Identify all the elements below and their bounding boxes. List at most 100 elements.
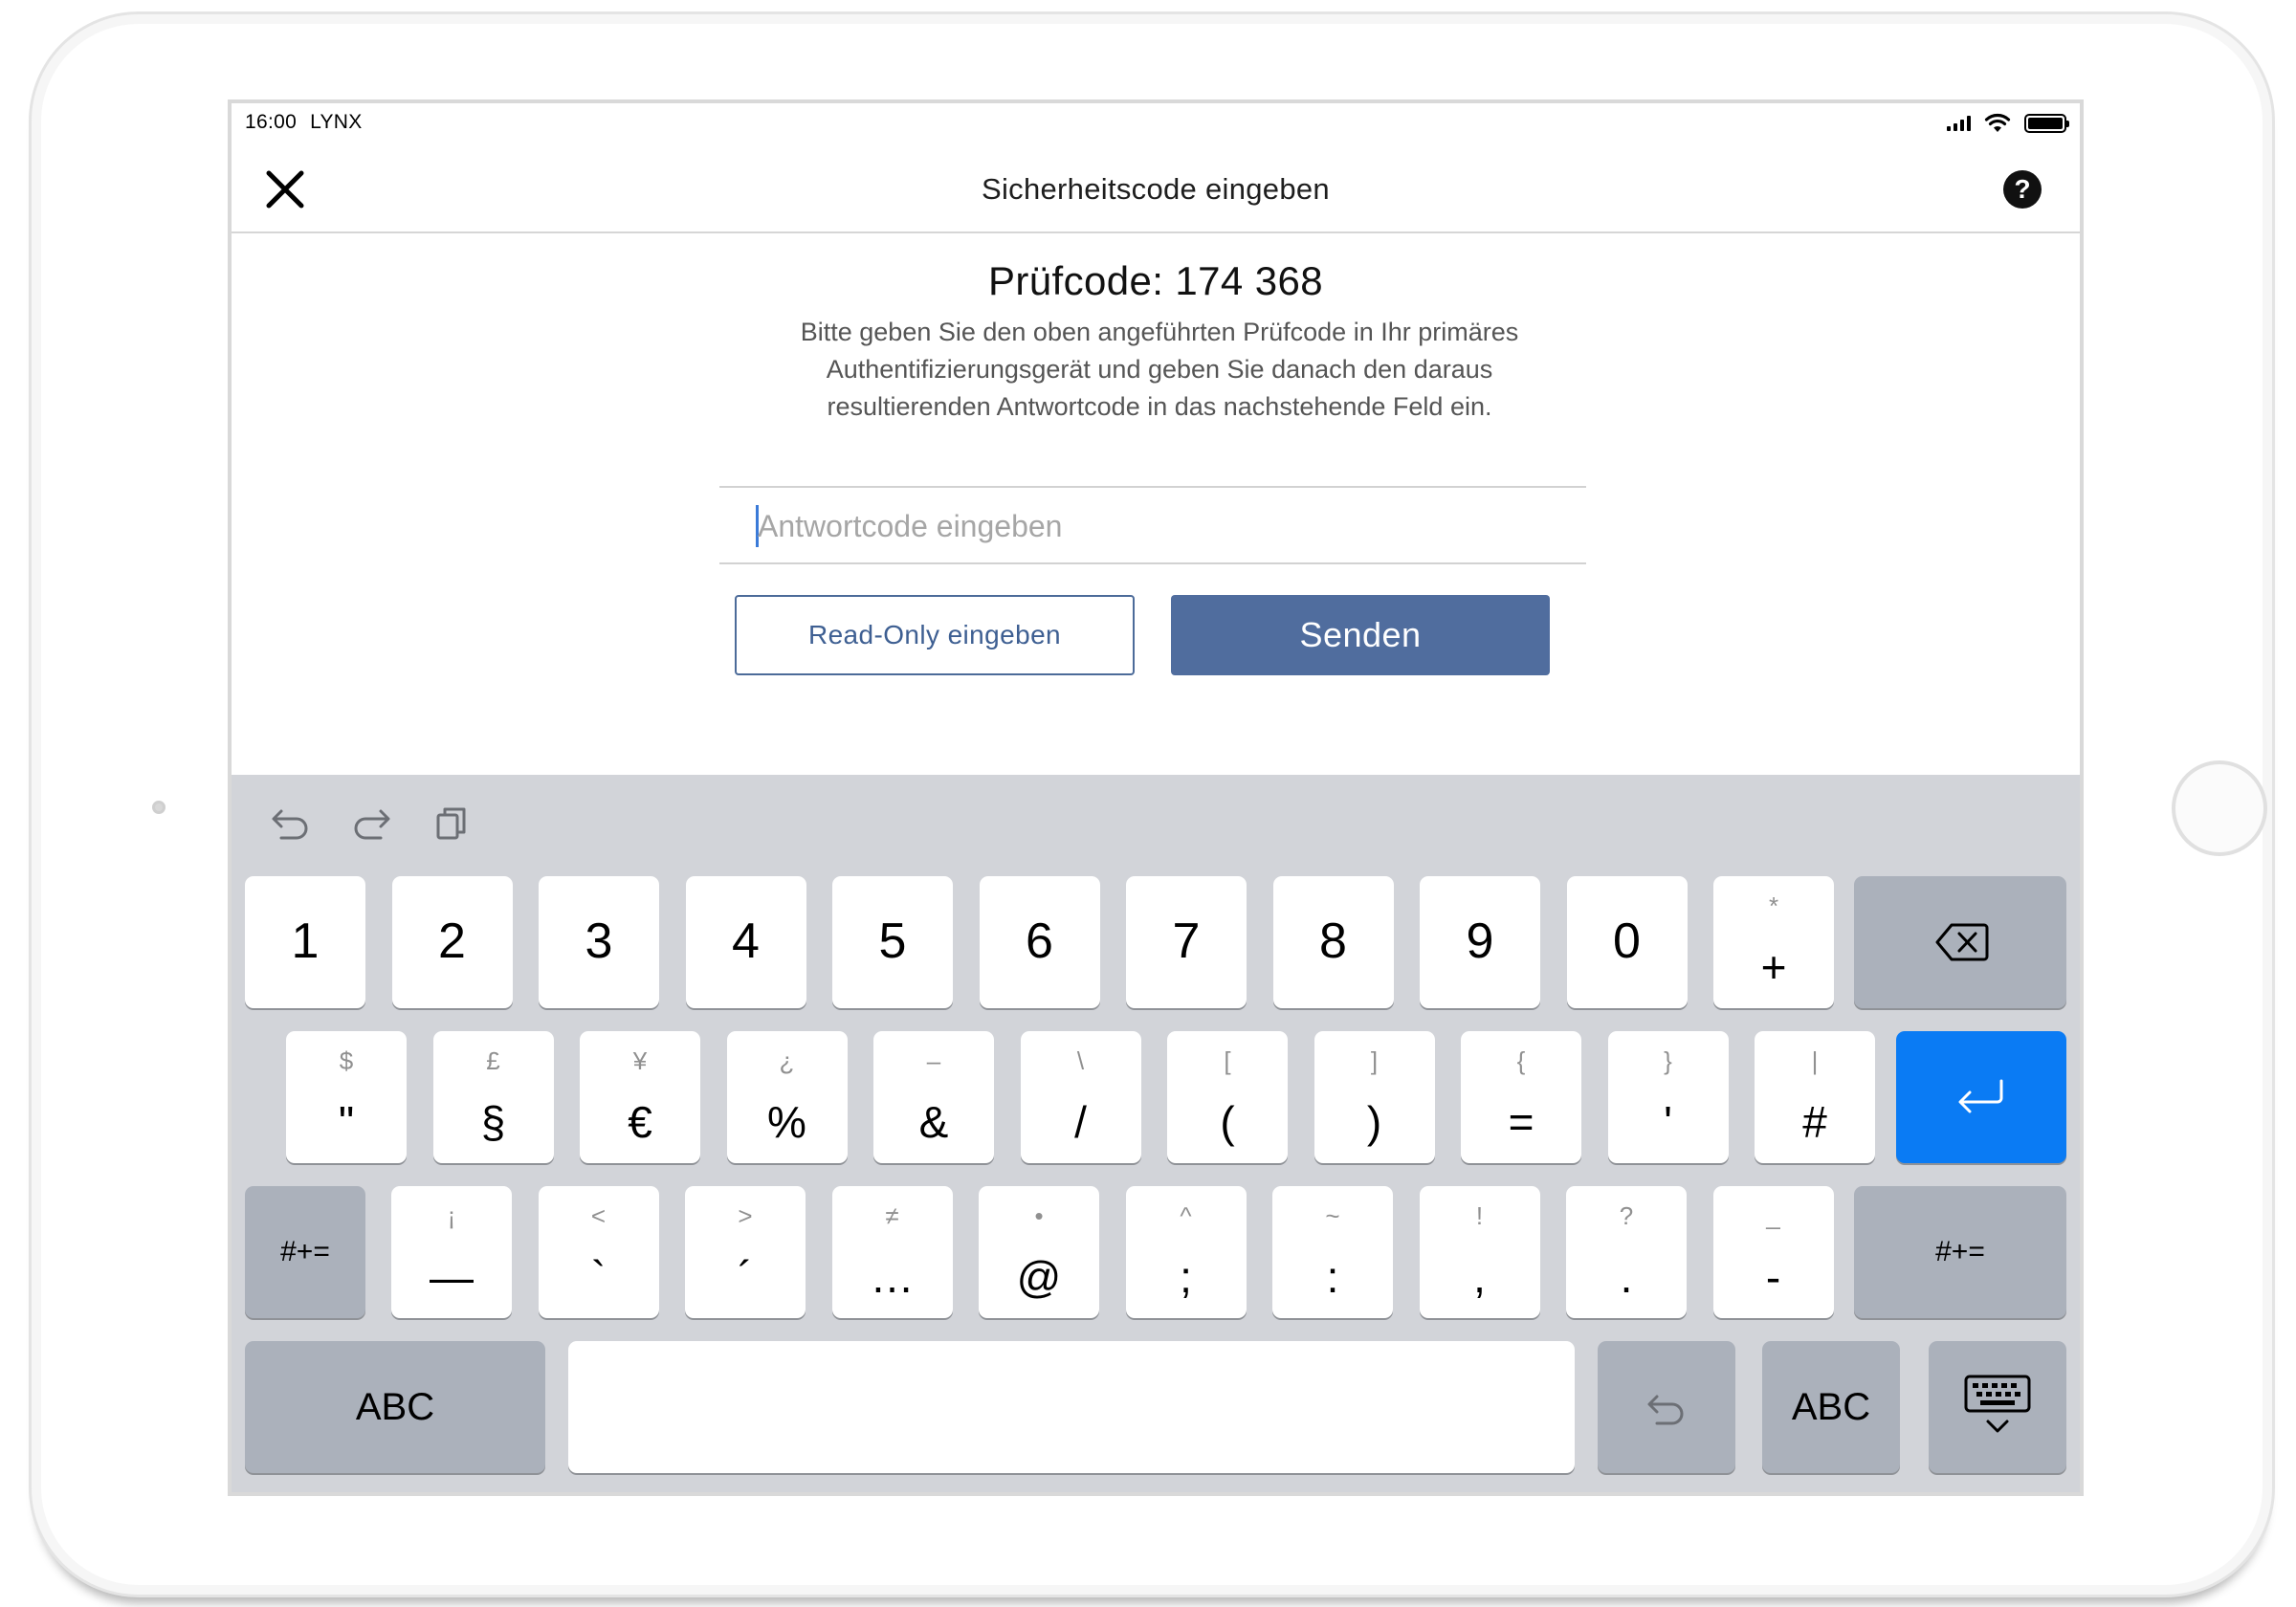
key-row2-1[interactable]: £ § [432,1031,554,1163]
key-label: " [338,1097,355,1147]
paste-icon [436,807,466,840]
key-label: # [1802,1097,1827,1147]
key-label: 6 [1026,914,1053,969]
keyboard-dismiss-icon [1964,1375,2031,1433]
key-row3-1[interactable]: < ` [538,1186,659,1318]
key-row3-8[interactable]: ?. [1566,1186,1687,1318]
key-row1-7[interactable]: 8 [1272,876,1394,1008]
key-alt-label: ] [1370,1046,1379,1075]
key-row2-0[interactable]: $ " [286,1031,407,1163]
screen: 16:00 LYNX Sicherheitscode eingeben ? Prü… [228,99,2084,1496]
key-row1-3[interactable]: 4 [685,876,806,1008]
key-label: ' [1664,1097,1672,1147]
key-row1-8[interactable]: 9 [1420,876,1540,1008]
key-label: = [1508,1097,1534,1147]
key-alt-label: ≠ [885,1201,899,1230]
dismiss-keyboard-key[interactable] [1929,1341,2066,1473]
key-row1-5[interactable]: 6 [979,876,1100,1008]
key-row1-1[interactable]: 2 [391,876,513,1008]
key-label: & [918,1097,949,1147]
key-label: ) [1366,1097,1382,1147]
key-alt-label: } [1664,1046,1672,1075]
key-alt-label: £ [486,1046,500,1075]
key-alt-label: * [1768,892,1779,920]
key-label: @ [1016,1252,1062,1302]
undo-key[interactable] [1598,1341,1735,1473]
key-row3-9[interactable]: _ - [1712,1186,1834,1318]
redo-icon [354,809,390,840]
key-row3-7[interactable]: !, [1419,1186,1540,1318]
key-row2-4[interactable]: – & [873,1031,994,1163]
key-alt-label: [ [1224,1046,1231,1075]
wifi-icon [1984,113,2011,132]
key-row1-10[interactable]: * + [1713,876,1834,1008]
key-alt-label: • [1034,1201,1044,1230]
front-camera [152,801,166,814]
paste-shortcut-button[interactable] [430,802,473,844]
key-row1-2[interactable]: 3 [539,876,659,1008]
key-label: . [1620,1252,1633,1302]
key-alt-label: ~ [1325,1201,1340,1230]
help-button[interactable]: ? [2003,170,2042,209]
key-row3-2[interactable]: > ´ [685,1186,806,1318]
key-row1-0[interactable]: 1 [245,876,365,1008]
answer-code-input[interactable] [756,488,1563,564]
key-row2-5[interactable]: \ / [1020,1031,1141,1163]
status-time: 16:00 [245,111,298,133]
key-alt-label: { [1516,1046,1526,1075]
key-label: 9 [1466,914,1494,969]
key-alt-label: ^ [1180,1201,1192,1230]
read-only-button[interactable]: Read-Only eingeben [735,595,1135,675]
undo-icon [272,809,308,840]
key-row2-8[interactable]: {= [1461,1031,1581,1163]
answer-code-field[interactable] [719,486,1586,564]
undo-shortcut-button[interactable] [270,802,312,844]
key-row1-4[interactable]: 5 [832,876,953,1008]
key-row3-4[interactable]: • @ [979,1186,1099,1318]
key-label: 1 [291,914,320,969]
key-label: + [1760,942,1787,992]
return-key[interactable] [1896,1031,2066,1163]
home-button[interactable] [2172,760,2267,856]
key-label: 3 [585,914,613,969]
key-label: ; [1180,1252,1192,1302]
key-row1-6[interactable]: 7 [1126,876,1247,1008]
nav-bar: Sicherheitscode eingeben ? [232,143,2080,233]
key-label: / [1074,1097,1087,1147]
key-alt-label: ¡ [447,1201,456,1230]
symbols-key-right[interactable]: #+= [1854,1186,2066,1318]
key-label: % [767,1097,806,1147]
abc-key-right[interactable]: ABC [1762,1341,1900,1473]
redo-shortcut-button[interactable] [350,802,392,844]
return-icon [1958,1079,2003,1113]
key-alt-label: ? [1619,1201,1634,1230]
key-row3-5[interactable]: ^; [1125,1186,1247,1318]
key-row1-9[interactable]: 0 [1566,876,1688,1008]
key-alt-label: ! [1475,1201,1484,1230]
key-row2-6[interactable]: [( [1167,1031,1288,1163]
key-row2-3[interactable]: ¿% [726,1031,848,1163]
key-row3-6[interactable]: ~: [1272,1186,1393,1318]
key-row2-10[interactable]: | # [1755,1031,1875,1163]
abc-key-left[interactable]: ABC [245,1341,545,1473]
key-label: 5 [878,914,907,969]
delete-key[interactable] [1854,876,2066,1008]
signal-icon [1947,116,1971,131]
page-title: Sicherheitscode eingeben [982,172,1330,206]
key-alt-label: – [926,1046,941,1075]
key-row2-2[interactable]: ¥ € [580,1031,700,1163]
key-label: 2 [438,914,466,969]
symbols-key-left[interactable]: #+= [245,1186,365,1318]
status-carrier: LYNX [310,111,363,133]
keyboard: 1 2 3 4 5 6 7 8 9 0 * + $ " £ § ¥ € ¿% – & \ /[(]){=} ' | # ¡ — < `… [232,775,2080,1492]
key-label: ´ [738,1252,753,1302]
key-row3-3[interactable]: ≠… [831,1186,953,1318]
send-button[interactable]: Senden [1171,595,1550,675]
key-label: ` [590,1252,607,1302]
space-key[interactable] [568,1341,1575,1473]
battery-icon [2024,114,2069,133]
key-row3-0[interactable]: ¡ — [391,1186,512,1318]
key-row2-9[interactable]: } ' [1607,1031,1729,1163]
key-alt-label: ¿ [779,1046,795,1075]
key-row2-7[interactable]: ]) [1314,1031,1435,1163]
